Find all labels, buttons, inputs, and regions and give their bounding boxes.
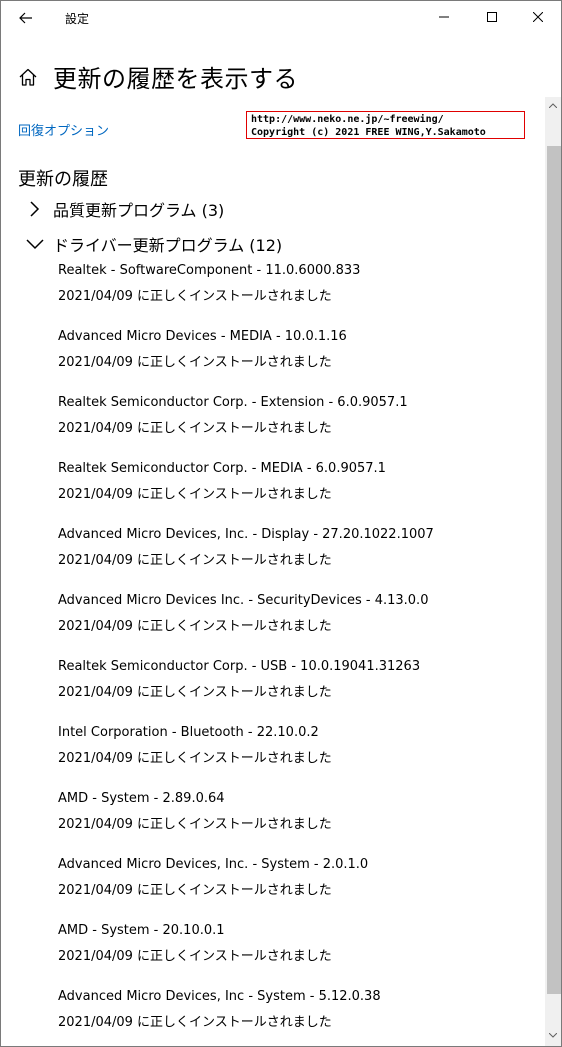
back-button[interactable] [13,7,39,29]
recovery-options-link[interactable]: 回復オプション [18,120,109,139]
list-item: Advanced Micro Devices - MEDIA - 10.0.1.… [58,329,538,395]
update-status: 2021/04/09 に正しくインストールされました [58,487,332,502]
group-label: ドライバー更新プログラム (12) [53,236,283,255]
update-status: 2021/04/09 に正しくインストールされました [58,1015,332,1030]
close-icon [533,12,543,22]
update-status: 2021/04/09 に正しくインストールされました [58,619,332,634]
list-item: Advanced Micro Devices, Inc. - System - … [58,857,538,923]
list-item: Realtek Semiconductor Corp. - Extension … [58,395,538,461]
update-name[interactable]: Realtek Semiconductor Corp. - USB - 10.0… [58,659,538,685]
group-label: 品質更新プログラム (3) [53,201,225,220]
chevron-down-icon [26,239,44,250]
update-name[interactable]: Realtek Semiconductor Corp. - Extension … [58,395,538,421]
arrow-left-icon [19,12,32,24]
list-item: Realtek Semiconductor Corp. - MEDIA - 6.… [58,461,538,527]
maximize-icon [487,12,497,22]
update-status: 2021/04/09 に正しくインストールされました [58,421,332,436]
close-button[interactable] [515,1,561,33]
update-name[interactable]: Advanced Micro Devices Inc. - SecurityDe… [58,593,538,619]
list-item: Advanced Micro Devices Inc. - SecurityDe… [58,593,538,659]
update-status: 2021/04/09 に正しくインストールされました [58,949,332,964]
window-title: 設定 [65,12,90,26]
update-name[interactable]: Advanced Micro Devices, Inc. - Display -… [58,527,538,553]
chevron-up-icon [549,102,557,108]
update-name[interactable]: Realtek - SoftwareComponent - 11.0.6000.… [58,263,538,289]
vertical-scrollbar[interactable] [545,97,561,1046]
update-name[interactable]: AMD - System - 20.10.0.1 [58,923,538,949]
quality-updates-group[interactable]: 品質更新プログラム (3) [25,197,224,221]
title-bar: 設定 [1,1,561,33]
home-icon[interactable] [17,66,39,88]
update-history-heading: 更新の履歴 [18,169,108,190]
driver-updates-group[interactable]: ドライバー更新プログラム (12) [25,232,282,256]
update-name[interactable]: Intel Corporation - Bluetooth - 22.10.0.… [58,725,538,751]
list-item: AMD - System - 20.10.0.1 2021/04/09 に正しく… [58,923,538,989]
update-status: 2021/04/09 に正しくインストールされました [58,685,332,700]
update-status: 2021/04/09 に正しくインストールされました [58,289,332,304]
update-name[interactable]: Advanced Micro Devices, Inc. - System - … [58,857,538,883]
page-header: 更新の履歴を表示する [17,59,298,94]
list-item: AMD - System - 2.89.0.64 2021/04/09 に正しく… [58,791,538,857]
update-status: 2021/04/09 に正しくインストールされました [58,817,332,832]
list-item: Advanced Micro Devices, Inc - System - 5… [58,989,538,1046]
driver-update-list: Realtek - SoftwareComponent - 11.0.6000.… [58,263,538,1046]
list-item: Intel Corporation - Bluetooth - 22.10.0.… [58,725,538,791]
scroll-down-button[interactable] [545,1027,561,1043]
scroll-up-button[interactable] [545,97,561,113]
update-name[interactable]: AMD - System - 2.89.0.64 [58,791,538,817]
settings-window: 設定 更新の履歴を表示する 回復オプション http://www.neko.ne… [0,0,562,1047]
scroll-thumb[interactable] [547,146,561,994]
update-name[interactable]: Advanced Micro Devices, Inc - System - 5… [58,989,538,1015]
update-name[interactable]: Advanced Micro Devices - MEDIA - 10.0.1.… [58,329,538,355]
chevron-down-icon [549,1032,557,1038]
watermark-copyright: Copyright (c) 2021 FREE WING,Y.Sakamoto [251,127,486,138]
minimize-icon [439,16,449,18]
page-title: 更新の履歴を表示する [53,65,298,93]
watermark-url: http://www.neko.ne.jp/~freewing/ [251,114,444,125]
list-item: Realtek - SoftwareComponent - 11.0.6000.… [58,263,538,329]
update-name[interactable]: Realtek Semiconductor Corp. - MEDIA - 6.… [58,461,538,487]
minimize-button[interactable] [421,1,467,33]
list-item: Realtek Semiconductor Corp. - USB - 10.0… [58,659,538,725]
update-status: 2021/04/09 に正しくインストールされました [58,553,332,568]
update-status: 2021/04/09 に正しくインストールされました [58,883,332,898]
update-status: 2021/04/09 に正しくインストールされました [58,751,332,766]
maximize-button[interactable] [469,1,515,33]
update-status: 2021/04/09 に正しくインストールされました [58,355,332,370]
copyright-watermark: http://www.neko.ne.jp/~freewing/Copyrigh… [246,111,525,139]
list-item: Advanced Micro Devices, Inc. - Display -… [58,527,538,593]
chevron-right-icon [30,201,40,217]
